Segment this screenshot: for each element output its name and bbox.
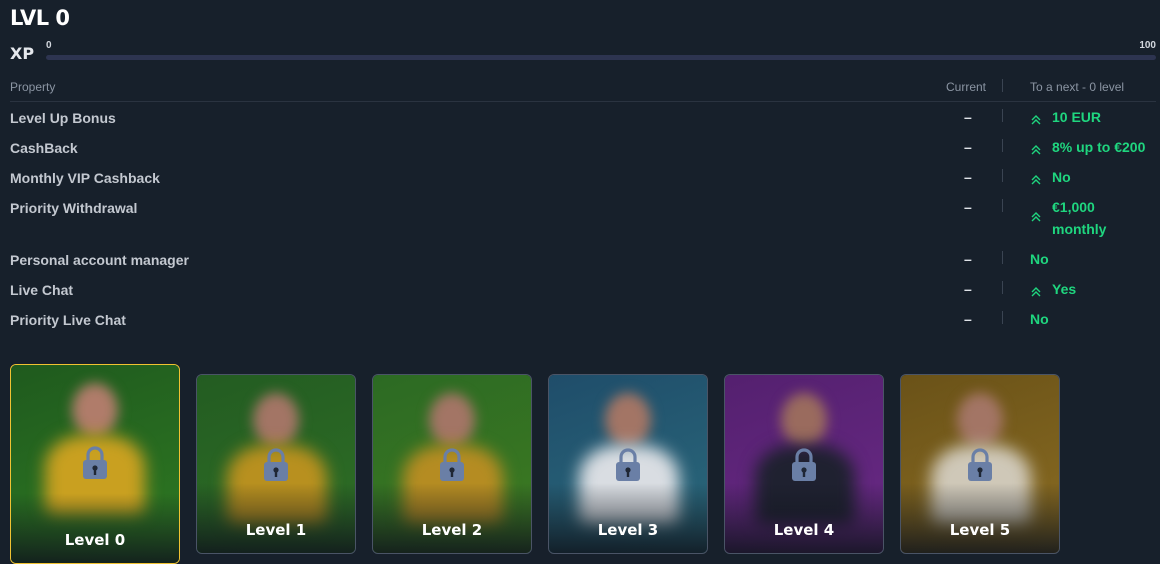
row-divider	[1002, 281, 1003, 294]
level-card[interactable]: Level 0	[10, 364, 180, 564]
row-next-value: 8% up to €200	[1030, 139, 1145, 158]
xp-label: XP	[10, 44, 35, 63]
header-current: Current	[945, 80, 986, 94]
row-property-label: Priority Live Chat	[10, 312, 126, 328]
row-current-value: –	[964, 281, 972, 297]
padlock-icon	[965, 447, 995, 483]
row-current-value: –	[964, 169, 972, 185]
level-card[interactable]: Level 3	[548, 374, 708, 554]
row-divider	[1002, 251, 1003, 264]
row-next-value: Yes	[1030, 281, 1076, 300]
double-chevron-up-icon	[1030, 173, 1042, 185]
row-property-label: Priority Withdrawal	[10, 200, 138, 216]
padlock-icon	[789, 447, 819, 483]
table-body: Level Up Bonus – 10 EUR CashBack – 8% up to €…	[10, 102, 1156, 334]
row-next-value: No	[1030, 169, 1071, 188]
table-header: Property Current To a next - 0 level	[10, 76, 1156, 102]
level-card[interactable]: Level 4	[724, 374, 884, 554]
header-property: Property	[10, 80, 56, 94]
padlock-icon	[437, 447, 467, 483]
padlock-icon	[80, 445, 110, 481]
row-property-label: Live Chat	[10, 282, 74, 298]
padlock-icon	[613, 447, 643, 483]
next-value-text: No	[1030, 251, 1049, 267]
xp-min-value: 0	[46, 40, 52, 51]
header-next-level: To a next - 0 level	[1030, 80, 1125, 94]
row-current-value: –	[964, 139, 972, 155]
row-divider	[1002, 311, 1003, 324]
row-property-label: CashBack	[10, 140, 78, 156]
row-next-value: 10 EUR	[1030, 109, 1101, 128]
next-value-text: €1,000	[1052, 199, 1095, 215]
row-next-value: No	[1030, 251, 1049, 270]
header-divider	[1002, 79, 1003, 92]
level-card-name: Level 0	[64, 531, 126, 549]
card-avatar-head	[781, 393, 827, 447]
next-value-text: No	[1052, 169, 1071, 185]
row-divider	[1002, 109, 1003, 122]
row-property-label: Monthly VIP Cashback	[10, 170, 160, 186]
level-cards: Level 0 Level 1 Level 2 Level 3 Level 4 Level…	[10, 364, 1160, 564]
row-property-label: Personal account manager	[10, 252, 189, 268]
table-row: CashBack – 8% up to €200	[10, 132, 1156, 162]
double-chevron-up-icon	[1030, 113, 1042, 125]
benefits-table: Property Current To a next - 0 level Lev…	[10, 76, 1156, 334]
level-card-name: Level 4	[773, 521, 835, 539]
row-current-value: –	[964, 199, 972, 215]
padlock-icon	[261, 447, 291, 483]
card-avatar-head	[253, 393, 299, 447]
table-row: Personal account manager – No	[10, 244, 1156, 274]
card-avatar-head	[957, 393, 1003, 447]
card-shade	[901, 483, 1059, 553]
row-next-value: No	[1030, 311, 1049, 330]
card-shade	[549, 483, 707, 553]
next-value-text: Yes	[1052, 281, 1077, 297]
card-shade	[725, 483, 883, 553]
xp-max-value: 100	[1139, 40, 1156, 51]
card-shade	[373, 483, 531, 553]
next-value-text: 10 EUR	[1052, 109, 1102, 125]
level-card-name: Level 5	[949, 521, 1011, 539]
table-row: Priority Withdrawal – €1,000 monthly	[10, 192, 1156, 244]
xp-progress-bar	[46, 55, 1156, 60]
level-card-name: Level 2	[421, 521, 483, 539]
level-card[interactable]: Level 2	[372, 374, 532, 554]
row-property-label: Level Up Bonus	[10, 110, 116, 126]
card-avatar-head	[605, 393, 651, 447]
row-current-value: –	[964, 251, 972, 267]
next-value-text: No	[1030, 311, 1049, 327]
card-shade	[197, 483, 355, 553]
level-card[interactable]: Level 5	[900, 374, 1060, 554]
row-current-value: –	[964, 311, 972, 327]
table-row: Priority Live Chat – No	[10, 304, 1156, 334]
double-chevron-up-icon	[1030, 143, 1042, 155]
level-card[interactable]: Level 1	[196, 374, 356, 554]
row-current-value: –	[964, 109, 972, 125]
card-avatar-head	[72, 383, 118, 437]
row-divider	[1002, 139, 1003, 152]
level-title: LVL 0	[10, 6, 70, 30]
card-shade	[11, 493, 179, 563]
next-value-text: monthly	[1052, 221, 1107, 237]
next-value-text: 8% up to €200	[1052, 139, 1146, 155]
level-card-name: Level 3	[597, 521, 659, 539]
row-next-value: €1,000 monthly	[1030, 199, 1107, 240]
row-divider	[1002, 199, 1003, 212]
card-avatar-head	[429, 393, 475, 447]
table-row: Monthly VIP Cashback – No	[10, 162, 1156, 192]
level-card-name: Level 1	[245, 521, 307, 539]
double-chevron-up-icon	[1030, 210, 1042, 222]
table-row: Level Up Bonus – 10 EUR	[10, 102, 1156, 132]
table-row: Live Chat – Yes	[10, 274, 1156, 304]
double-chevron-up-icon	[1030, 285, 1042, 297]
row-divider	[1002, 169, 1003, 182]
